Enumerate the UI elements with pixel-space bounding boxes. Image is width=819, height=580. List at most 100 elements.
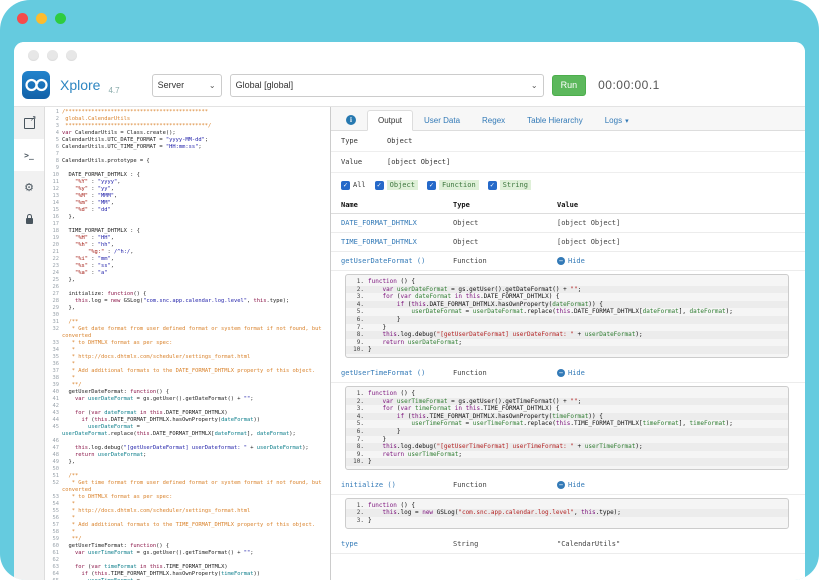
- target-select[interactable]: Server ⌄: [152, 74, 222, 97]
- code-text: },: [62, 214, 330, 221]
- code-line: 5. userTimeFormat = userTimeFormat.repla…: [346, 420, 788, 428]
- code-line: 6. }: [346, 428, 788, 436]
- line-number: 3.: [346, 517, 368, 525]
- collapse-icon: −: [557, 369, 565, 377]
- editor-line: 10 DATE_FORMAT_DHTMLX : {: [45, 172, 330, 179]
- icon-sidebar: >_ ⚙: [14, 107, 45, 580]
- line-number: 18: [45, 228, 62, 235]
- code-text: for (var timeFormat in this.TIME_FORMAT_…: [368, 405, 788, 413]
- editor-line: 47 this.log.debug("[getUserDateFormat] u…: [45, 445, 330, 452]
- filter-label: String: [500, 180, 531, 190]
- line-number: 49: [45, 459, 62, 466]
- maximize-window-button[interactable]: [55, 13, 66, 24]
- filter-checkbox[interactable]: ✓: [375, 181, 384, 190]
- scope-select[interactable]: Global [global] ⌄: [230, 74, 544, 97]
- tab-table-hierarchy[interactable]: Table Hierarchy: [516, 110, 594, 131]
- minimize-window-button[interactable]: [36, 13, 47, 24]
- code-text: **/: [62, 536, 330, 543]
- result-name-link[interactable]: getUserDateFormat (): [341, 257, 453, 265]
- editor-line: 60 getUserTimeFormat: function() {: [45, 543, 330, 550]
- editor-line: 61 var userTimeFormat = gs.getUser().get…: [45, 550, 330, 557]
- line-number: 4.: [346, 301, 368, 309]
- chevron-down-icon: ⌄: [209, 81, 216, 90]
- hide-link[interactable]: −Hide: [557, 369, 805, 377]
- tab-info[interactable]: i: [335, 109, 367, 131]
- code-text: },: [62, 305, 330, 312]
- code-editor[interactable]: 1/**************************************…: [45, 107, 331, 580]
- line-number: 59: [45, 536, 62, 543]
- code-line: 4. if (this.DATE_FORMAT_DHTMLX.hasOwnPro…: [346, 301, 788, 309]
- editor-line: 26: [45, 284, 330, 291]
- tab-output[interactable]: Output: [367, 110, 413, 131]
- tab-label: Table Hierarchy: [527, 116, 583, 125]
- xplore-logo-icon: [22, 71, 50, 99]
- editor-line: 9: [45, 165, 330, 172]
- line-number: 38: [45, 375, 62, 382]
- code-text: * to DHTMLX format as per spec:: [62, 340, 330, 347]
- code-text: for (var timeFormat in this.TIME_FORMAT_…: [62, 564, 330, 571]
- line-number: 1.: [346, 390, 368, 398]
- main-area: >_ ⚙ 1/*********************************…: [14, 107, 805, 580]
- tab-regex[interactable]: Regex: [471, 110, 516, 131]
- editor-line: 45 userDateFormat = userDateFormat.repla…: [45, 424, 330, 438]
- line-number: 3: [45, 123, 62, 130]
- editor-line: 55 * http://docs.dhtmlx.com/scheduler/se…: [45, 508, 330, 515]
- sidebar-item-open-external[interactable]: [14, 107, 44, 139]
- line-number: 41: [45, 396, 62, 403]
- filter-checkbox[interactable]: ✓: [488, 181, 497, 190]
- result-summary: TypeObjectValue[object Object]: [331, 131, 805, 173]
- result-name-link[interactable]: TIME_FORMAT_DHTMLX: [341, 238, 453, 246]
- result-name-link[interactable]: type: [341, 540, 453, 548]
- sidebar-item-console[interactable]: >_: [14, 139, 44, 171]
- tab-label: Regex: [482, 116, 505, 125]
- tab-logs[interactable]: Logs ▾: [594, 110, 640, 131]
- filter-label: All: [353, 181, 366, 189]
- code-text: ****************************************…: [62, 123, 330, 130]
- editor-line: 25 },: [45, 277, 330, 284]
- line-number: 50: [45, 466, 62, 473]
- target-select-value: Server: [158, 80, 185, 90]
- code-text: CalendarUtils.UTC_DATE_FORMAT = "yyyy-MM…: [62, 137, 330, 144]
- result-name-link[interactable]: initialize (): [341, 481, 453, 489]
- output-body: TypeObjectValue[object Object] ✓All✓Obje…: [331, 131, 805, 580]
- code-text: DATE_FORMAT_DHTMLX : {: [62, 172, 330, 179]
- editor-line: 28 this.log = new GSLog("com.snc.app.cal…: [45, 298, 330, 305]
- editor-line: 64 if (this.TIME_FORMAT_DHTMLX.hasOwnPro…: [45, 571, 330, 578]
- filter-checkbox[interactable]: ✓: [341, 181, 350, 190]
- info-icon: i: [346, 115, 356, 125]
- sidebar-item-settings[interactable]: ⚙: [14, 171, 44, 203]
- code-text: }: [368, 324, 788, 332]
- chevron-down-icon: ⌄: [531, 81, 538, 90]
- line-number: 45: [45, 424, 62, 438]
- code-text: this.log.debug("[getUserDateFormat] user…: [368, 331, 788, 339]
- editor-line: 63 for (var timeFormat in this.TIME_FORM…: [45, 564, 330, 571]
- summary-value: Object: [387, 137, 412, 145]
- line-number: 27: [45, 291, 62, 298]
- table-row: TIME_FORMAT_DHTMLXObject[object Object]: [331, 233, 805, 252]
- editor-line: 51 /**: [45, 473, 330, 480]
- editor-line: 18 TIME_FORMAT_DHTMLX : {: [45, 228, 330, 235]
- code-text: *: [62, 361, 330, 368]
- close-window-button[interactable]: [17, 13, 28, 24]
- tab-user-data[interactable]: User Data: [413, 110, 471, 131]
- lock-icon: [26, 218, 33, 224]
- filter-checkbox[interactable]: ✓: [427, 181, 436, 190]
- line-number: 20: [45, 242, 62, 249]
- editor-line: 8CalendarUtils.prototype = {: [45, 158, 330, 165]
- editor-line: 41 var userDateFormat = gs.getUser().get…: [45, 396, 330, 403]
- filter-label: Function: [439, 180, 479, 190]
- hide-link[interactable]: −Hide: [557, 481, 805, 489]
- column-header: Name: [341, 201, 453, 209]
- editor-line: 3 **************************************…: [45, 123, 330, 130]
- summary-row: TypeObject: [331, 131, 805, 152]
- run-button[interactable]: Run: [552, 75, 587, 96]
- sidebar-item-security[interactable]: [14, 203, 44, 235]
- hide-link[interactable]: −Hide: [557, 257, 805, 265]
- line-number: 55: [45, 508, 62, 515]
- result-name-link[interactable]: getUserTimeFormat (): [341, 369, 453, 377]
- result-name-link[interactable]: DATE_FORMAT_DHTMLX: [341, 219, 453, 227]
- editor-line: 13 "%M" : "MMM",: [45, 193, 330, 200]
- code-text: [62, 312, 330, 319]
- code-text: getUserTimeFormat: function() {: [62, 543, 330, 550]
- line-number: 7: [45, 151, 62, 158]
